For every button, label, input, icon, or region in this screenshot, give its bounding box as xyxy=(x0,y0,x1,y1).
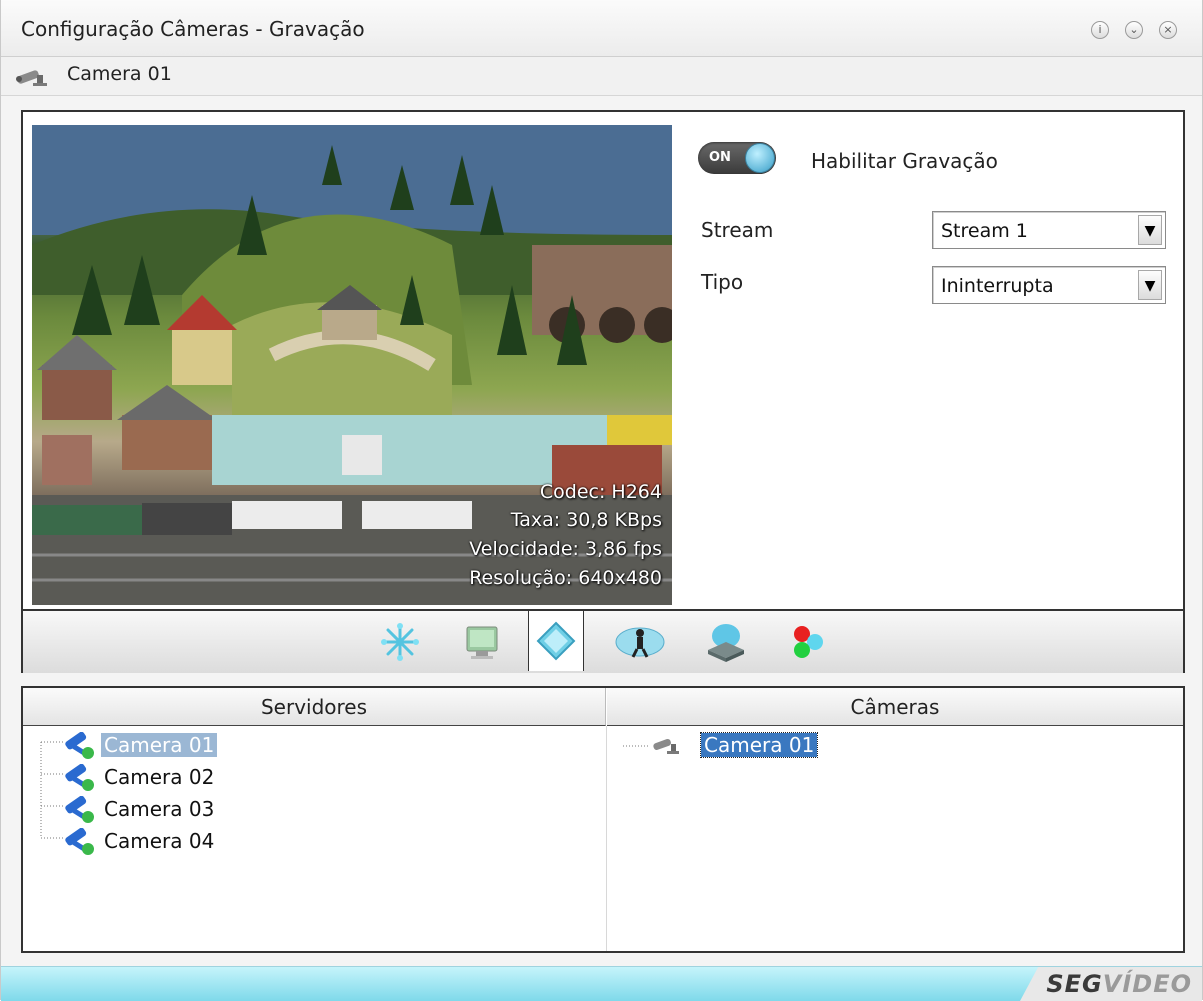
enable-recording-toggle[interactable]: ON xyxy=(698,142,776,174)
server-camera-icon xyxy=(59,827,99,861)
type-select[interactable]: Ininterrupta ▼ xyxy=(932,266,1166,304)
server-camera-icon xyxy=(59,763,99,797)
camera-item-label: Camera 01 xyxy=(699,732,819,758)
info-icon[interactable]: i xyxy=(1091,21,1109,39)
server-item-label: Camera 03 xyxy=(104,797,215,821)
security-camera-icon xyxy=(13,65,59,91)
brand-tab: SEGVÍDEO xyxy=(1020,967,1202,1001)
server-item-label: Camera 01 xyxy=(101,733,218,757)
stream-select-value: Stream 1 xyxy=(941,220,1028,242)
title-bar: Configuração Câmeras - Gravação i ⌄ × xyxy=(1,0,1202,57)
server-camera-icon xyxy=(59,731,99,765)
server-item[interactable]: Camera 03 xyxy=(39,794,439,824)
toggle-knob xyxy=(745,143,775,173)
camera-video-preview: Codec: H264 Taxa: 30,8 KBps Velocidade: … xyxy=(32,125,672,605)
asterisk-icon[interactable] xyxy=(373,617,427,667)
stream-label: Stream xyxy=(701,218,774,242)
toggle-state-label: ON xyxy=(709,150,731,165)
footer-bar: SEGVÍDEO xyxy=(1,966,1202,1001)
enable-recording-label: Habilitar Gravação xyxy=(811,149,998,173)
color-dots-icon[interactable] xyxy=(781,617,835,667)
device-panel: Servidores Câmeras Camera 01 Camera 02 C… xyxy=(21,686,1185,953)
server-item-label: Camera 02 xyxy=(104,765,215,789)
brand-part-video: VÍDEO xyxy=(1102,970,1192,998)
window-title: Configuração Câmeras - Gravação xyxy=(21,17,365,41)
resolution-overlay: Resolução: 640x480 xyxy=(469,567,662,589)
database-icon[interactable] xyxy=(699,617,753,667)
recording-panel: Codec: H264 Taxa: 30,8 KBps Velocidade: … xyxy=(21,110,1185,673)
server-item[interactable]: Camera 01 xyxy=(39,730,439,760)
chevron-down-icon[interactable]: ▼ xyxy=(1138,270,1162,300)
codec-overlay: Codec: H264 xyxy=(539,481,662,503)
server-item[interactable]: Camera 02 xyxy=(39,762,439,792)
minimize-icon[interactable]: ⌄ xyxy=(1125,21,1143,39)
camera-item[interactable]: Camera 01 xyxy=(623,730,1023,760)
type-label: Tipo xyxy=(701,270,744,294)
security-camera-icon xyxy=(623,738,679,754)
monitor-icon[interactable] xyxy=(455,617,509,667)
brand-logo: SEGVÍDEO xyxy=(1046,970,1192,998)
speed-overlay: Velocidade: 3,86 fps xyxy=(469,538,662,560)
camera-name: Camera 01 xyxy=(67,63,172,85)
column-divider xyxy=(606,726,607,951)
stream-select[interactable]: Stream 1 ▼ xyxy=(932,211,1166,249)
config-toolbar xyxy=(23,609,1183,673)
type-select-value: Ininterrupta xyxy=(941,275,1054,297)
camera-header: Camera 01 xyxy=(1,57,1202,96)
close-icon[interactable]: × xyxy=(1159,21,1177,39)
app-window: Configuração Câmeras - Gravação i ⌄ × Ca… xyxy=(0,0,1203,1001)
brand-part-seg: SEG xyxy=(1046,970,1103,998)
cameras-column-header[interactable]: Câmeras xyxy=(607,688,1183,726)
layer-icon[interactable] xyxy=(528,611,584,671)
server-item[interactable]: Camera 04 xyxy=(39,826,439,856)
motion-sensor-icon[interactable] xyxy=(613,617,667,667)
rate-overlay: Taxa: 30,8 KBps xyxy=(510,509,662,531)
server-item-label: Camera 04 xyxy=(104,829,215,853)
server-camera-icon xyxy=(59,795,99,829)
servers-column-header[interactable]: Servidores xyxy=(23,688,606,726)
chevron-down-icon[interactable]: ▼ xyxy=(1138,215,1162,245)
